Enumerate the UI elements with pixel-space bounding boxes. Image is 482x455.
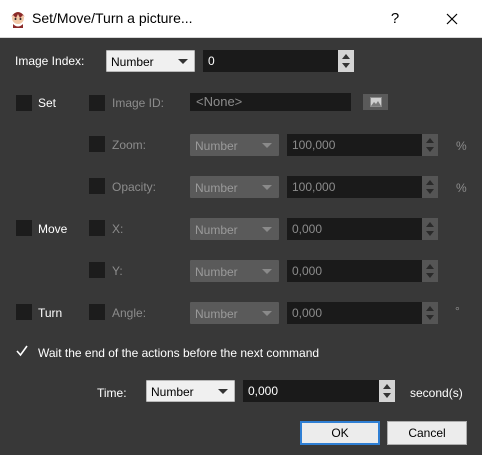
zoom-value: 100,000	[292, 138, 336, 152]
zoom-type-select[interactable]: Number	[190, 134, 279, 156]
move-label: Move	[38, 222, 68, 236]
turn-label: Turn	[38, 306, 63, 320]
cancel-button[interactable]: Cancel	[387, 421, 467, 445]
x-value: 0,000	[292, 222, 323, 236]
y-value: 0,000	[292, 264, 323, 278]
spin-buttons[interactable]	[422, 218, 438, 240]
close-button[interactable]	[438, 6, 466, 32]
angle-label: Angle:	[112, 306, 147, 320]
spin-up-icon	[426, 264, 434, 269]
zoom-label: Zoom:	[112, 138, 147, 152]
x-spinbox[interactable]: 0,000	[287, 218, 438, 240]
image-index-spinbox[interactable]: 0	[203, 50, 354, 72]
chevron-down-icon	[262, 143, 272, 148]
zoom-unit: %	[456, 139, 467, 153]
image-index-type-select[interactable]: Number	[106, 50, 195, 72]
wait-label: Wait the end of the actions before the n…	[38, 346, 320, 360]
angle-value: 0,000	[292, 306, 323, 320]
opacity-type-value: Number	[195, 181, 238, 195]
chevron-down-icon	[218, 389, 228, 394]
image-id-label: Image ID:	[112, 96, 165, 110]
chevron-down-icon	[178, 59, 188, 64]
y-spinbox[interactable]: 0,000	[287, 260, 438, 282]
time-type-value: Number	[151, 385, 194, 399]
title-bar: Set/Move/Turn a picture... ?	[0, 0, 482, 38]
zoom-type-value: Number	[195, 139, 238, 153]
y-checkbox[interactable]	[89, 262, 105, 278]
opacity-label: Opacity:	[112, 180, 157, 194]
x-checkbox[interactable]	[89, 220, 105, 236]
x-type-value: Number	[195, 223, 238, 237]
spin-down-icon	[426, 315, 434, 320]
image-id-checkbox[interactable]	[89, 95, 105, 111]
time-value: 0,000	[248, 384, 279, 398]
spin-down-icon	[383, 393, 391, 398]
x-label: X:	[112, 222, 124, 236]
y-type-value: Number	[195, 265, 238, 279]
angle-spinbox[interactable]: 0,000	[287, 302, 438, 324]
image-index-value: 0	[208, 54, 215, 68]
angle-unit: °	[455, 304, 460, 318]
time-unit: second(s)	[410, 386, 463, 400]
image-icon	[370, 97, 382, 107]
image-browse-button[interactable]	[363, 94, 388, 110]
set-label: Set	[38, 96, 57, 110]
y-label: Y:	[112, 264, 123, 278]
angle-checkbox[interactable]	[89, 304, 105, 320]
spin-buttons[interactable]	[422, 260, 438, 282]
spin-up-icon	[383, 384, 391, 389]
chevron-down-icon	[262, 311, 272, 316]
spin-down-icon	[426, 231, 434, 236]
opacity-checkbox[interactable]	[89, 178, 105, 194]
move-checkbox[interactable]	[16, 220, 32, 236]
spin-down-icon	[426, 189, 434, 194]
time-spinbox[interactable]: 0,000	[243, 380, 395, 402]
spin-up-icon	[426, 180, 434, 185]
spin-buttons[interactable]	[338, 50, 354, 72]
wait-checkbox[interactable]	[15, 344, 29, 362]
spin-up-icon	[426, 138, 434, 143]
time-label: Time:	[97, 386, 127, 400]
spin-buttons[interactable]	[422, 302, 438, 324]
opacity-unit: %	[456, 181, 467, 195]
chevron-down-icon	[262, 227, 272, 232]
image-index-type-value: Number	[111, 55, 154, 69]
x-type-select[interactable]: Number	[190, 218, 279, 240]
angle-type-select[interactable]: Number	[190, 302, 279, 324]
angle-type-value: Number	[195, 307, 238, 321]
spin-buttons[interactable]	[422, 176, 438, 198]
opacity-value: 100,000	[292, 180, 336, 194]
image-id-field[interactable]: <None>	[190, 93, 351, 111]
y-type-select[interactable]: Number	[190, 260, 279, 282]
window-title: Set/Move/Turn a picture...	[32, 10, 193, 26]
spin-down-icon	[426, 147, 434, 152]
app-icon	[11, 12, 25, 28]
chevron-down-icon	[262, 185, 272, 190]
spin-down-icon	[342, 63, 350, 68]
checkmark-icon	[16, 345, 28, 357]
chevron-down-icon	[262, 269, 272, 274]
zoom-checkbox[interactable]	[89, 136, 105, 152]
help-button[interactable]: ?	[382, 6, 408, 32]
spin-buttons[interactable]	[422, 134, 438, 156]
spin-buttons[interactable]	[379, 380, 395, 402]
set-checkbox[interactable]	[16, 95, 32, 111]
image-index-label: Image Index:	[15, 54, 85, 68]
opacity-type-select[interactable]: Number	[190, 176, 279, 198]
spin-down-icon	[426, 273, 434, 278]
close-icon	[446, 13, 458, 25]
spin-up-icon	[342, 54, 350, 59]
time-type-select[interactable]: Number	[146, 380, 235, 402]
ok-button[interactable]: OK	[300, 421, 380, 445]
opacity-spinbox[interactable]: 100,000	[287, 176, 438, 198]
spin-up-icon	[426, 222, 434, 227]
spin-up-icon	[426, 306, 434, 311]
zoom-spinbox[interactable]: 100,000	[287, 134, 438, 156]
turn-checkbox[interactable]	[16, 304, 32, 320]
